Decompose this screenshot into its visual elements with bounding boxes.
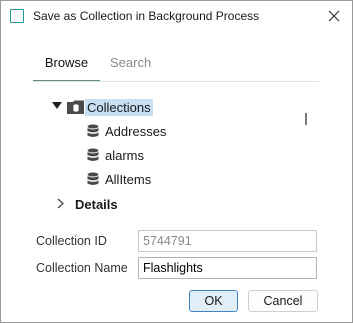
tree-scrollbar[interactable] <box>299 95 315 191</box>
collection-tree: Collections Addresses alarms AllItems De… <box>34 93 315 223</box>
tab-divider <box>33 81 319 82</box>
collection-name-label: Collection Name <box>36 261 128 275</box>
title-bar: Save as Collection in Background Process <box>1 1 352 31</box>
close-button[interactable] <box>316 1 352 31</box>
tree-node-addresses[interactable]: Addresses <box>34 120 304 142</box>
tab-browse[interactable]: Browse <box>33 54 100 82</box>
database-icon <box>87 124 99 137</box>
tree-node-label: Addresses <box>105 124 167 139</box>
tree-node-label: alarms <box>105 148 145 163</box>
tree-node-allitems[interactable]: AllItems <box>34 168 304 190</box>
scrollbar-thumb[interactable] <box>305 113 307 125</box>
dialog-title: Save as Collection in Background Process <box>33 9 260 23</box>
tab-search[interactable]: Search <box>108 54 153 82</box>
tab-bar: Browse Search <box>33 54 321 82</box>
close-icon <box>328 10 340 22</box>
cancel-button[interactable]: Cancel <box>248 290 318 312</box>
database-folder-icon <box>67 100 84 114</box>
collection-id-label: Collection ID <box>36 234 107 248</box>
tree-node-collections[interactable]: Collections <box>34 96 304 118</box>
tree-node-alarms[interactable]: alarms <box>34 144 304 166</box>
ok-button[interactable]: OK <box>189 290 238 312</box>
tree-node-details[interactable]: Details <box>34 193 304 215</box>
chevron-right-icon[interactable] <box>57 198 64 209</box>
save-collection-dialog: Save as Collection in Background Process… <box>0 0 353 323</box>
app-window-icon <box>10 9 24 23</box>
tree-node-label: Collections <box>85 99 153 116</box>
expand-down-icon[interactable] <box>52 102 62 110</box>
collection-id-field <box>138 230 317 252</box>
tree-node-label: Details <box>75 197 118 212</box>
database-icon <box>87 148 99 161</box>
database-icon <box>87 172 99 185</box>
collection-name-field[interactable] <box>138 257 317 279</box>
tree-node-label: AllItems <box>105 172 152 187</box>
